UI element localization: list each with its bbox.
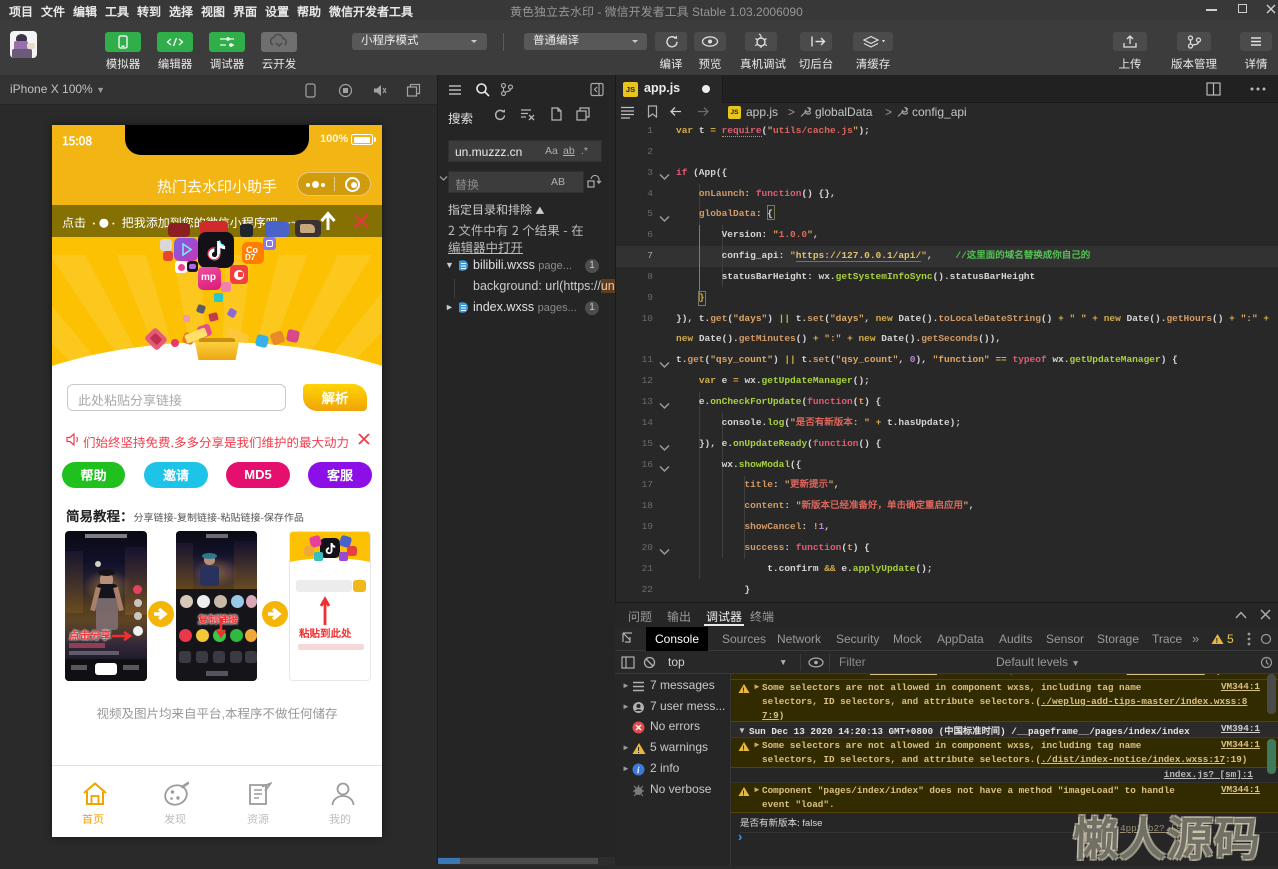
- svg-text:!: !: [742, 790, 744, 797]
- svg-text:!: !: [742, 745, 744, 752]
- svg-text:!: !: [637, 746, 640, 755]
- svg-text:!: !: [1216, 636, 1219, 645]
- svg-text:!: !: [742, 687, 744, 694]
- svg-text:D7: D7: [245, 253, 256, 262]
